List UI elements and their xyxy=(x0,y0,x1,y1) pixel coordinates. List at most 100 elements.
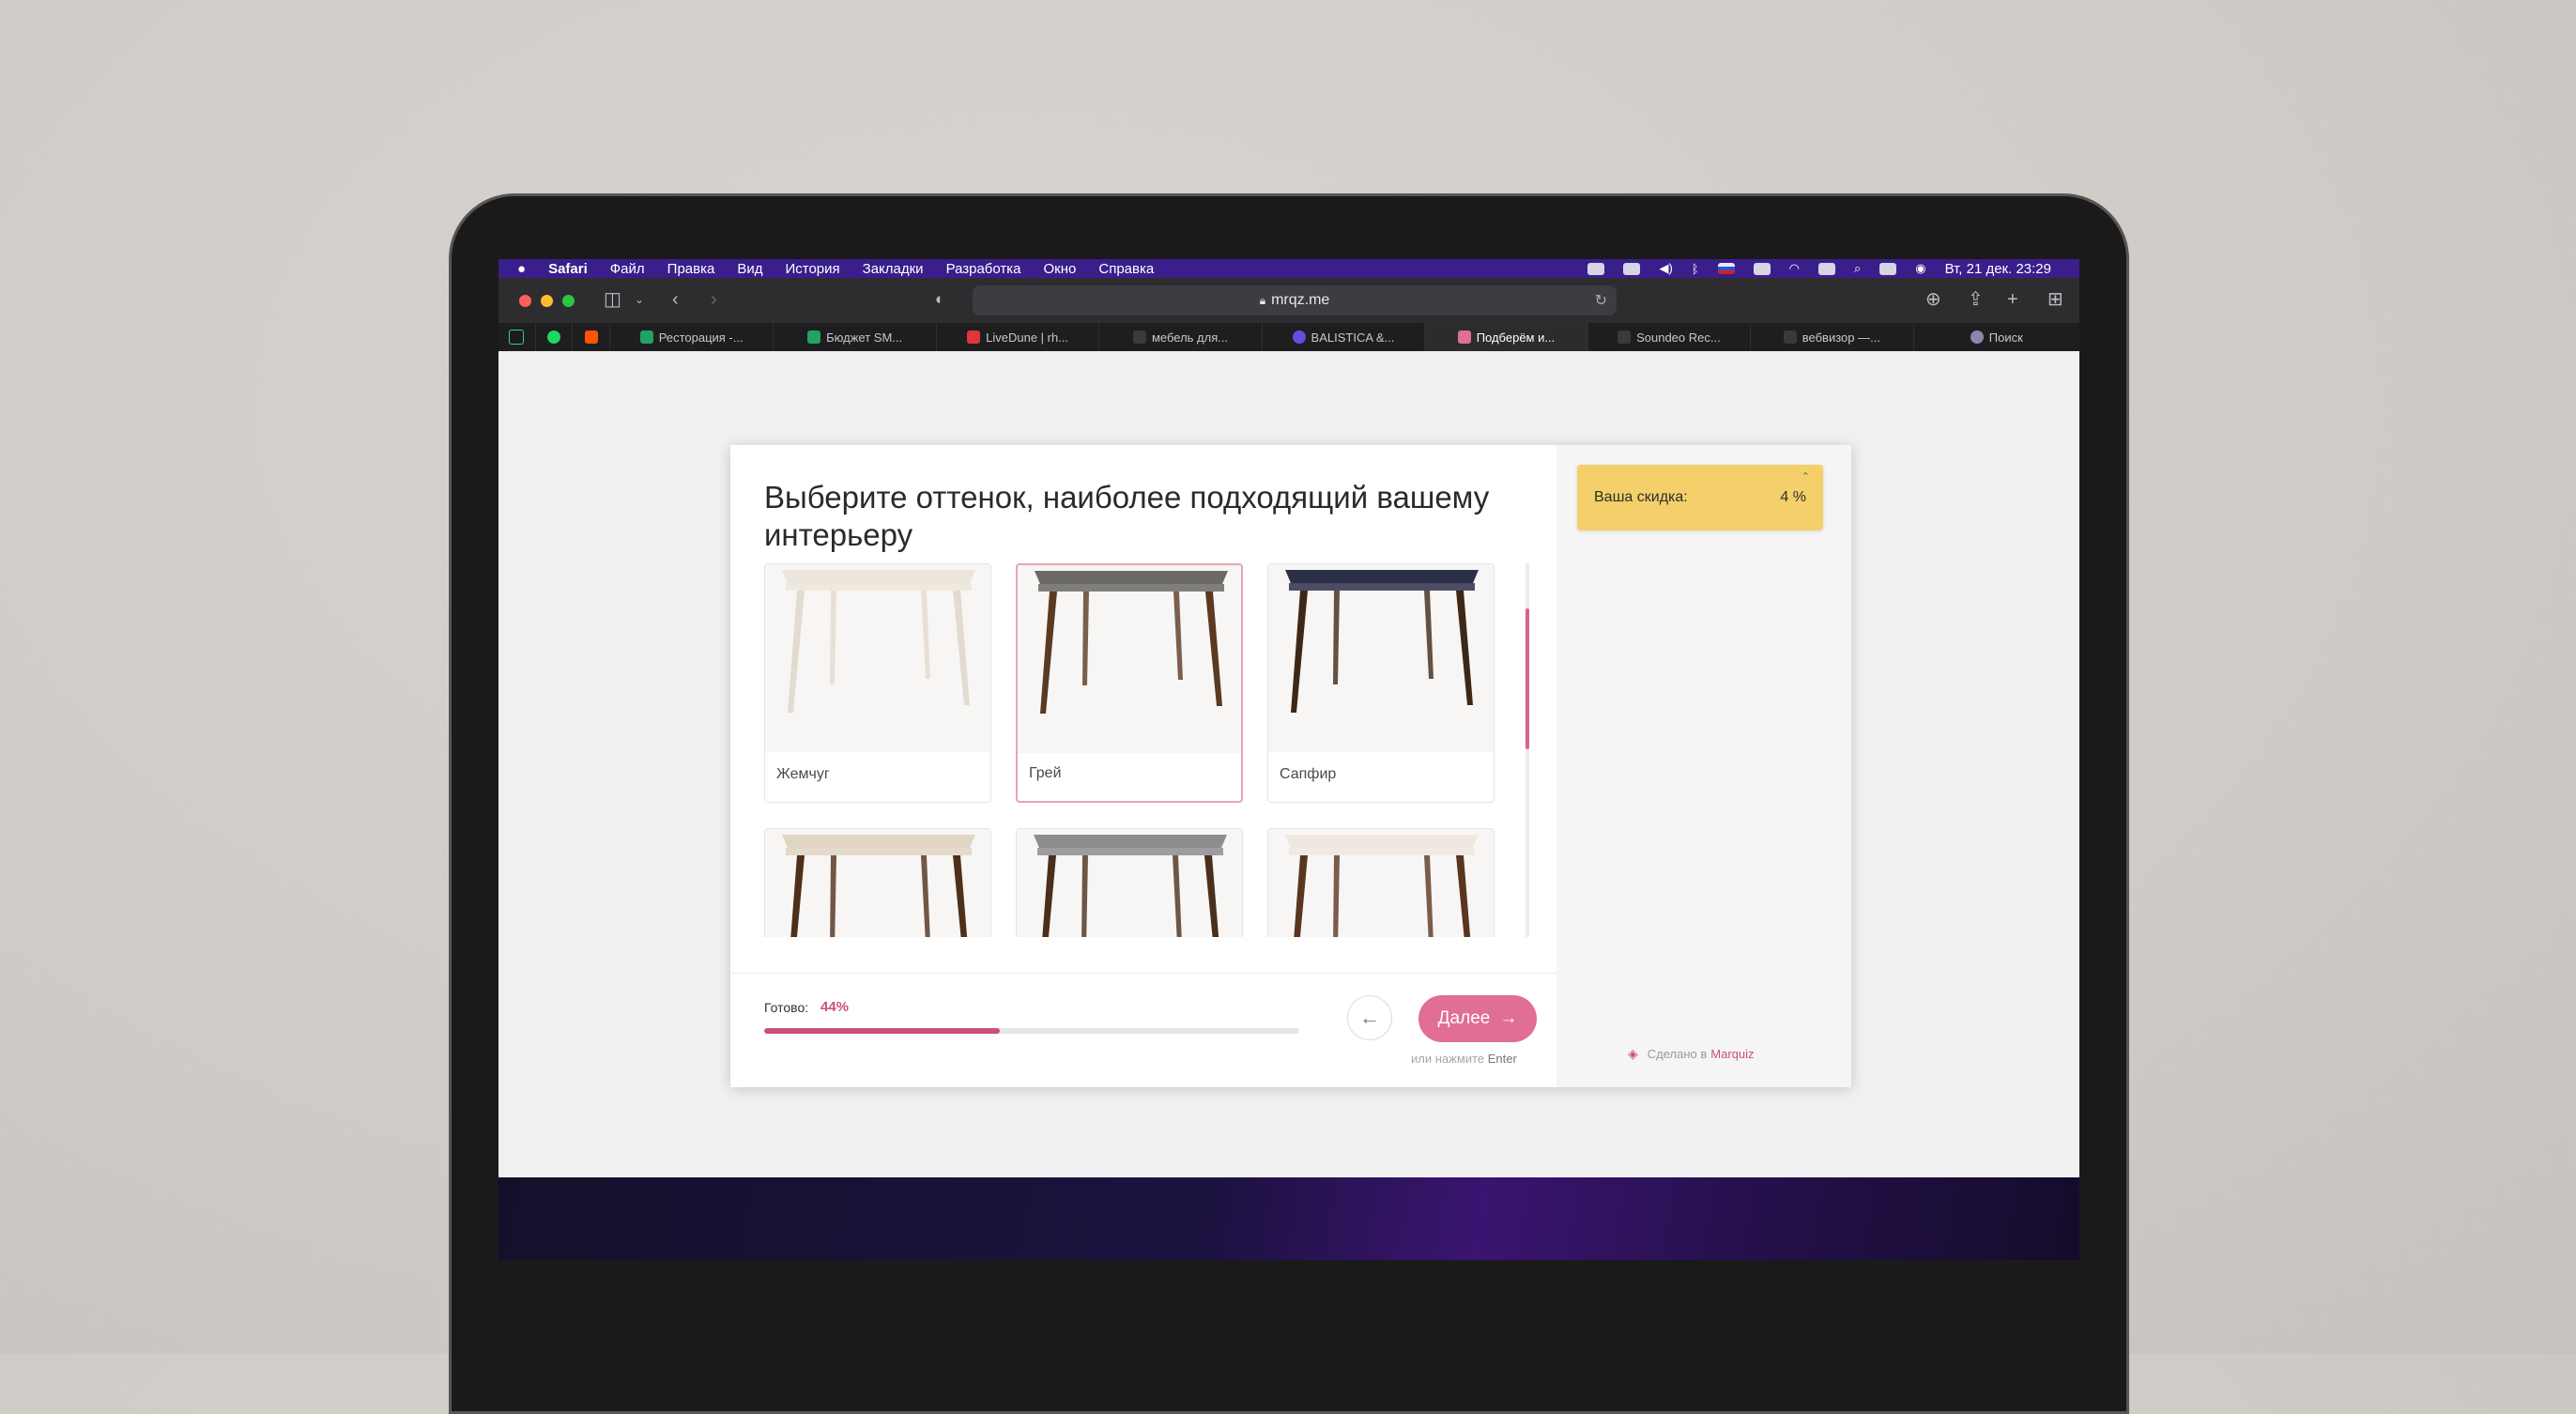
arrow-left-icon: ← xyxy=(1359,1006,1380,1029)
tab-3[interactable]: мебель для... xyxy=(1099,323,1263,351)
laptop-screen: ● Safari Файл Правка Вид История Закладк… xyxy=(498,259,2079,1260)
wifi-icon[interactable]: ◠ xyxy=(1789,261,1800,276)
hint-prefix: или нажмите xyxy=(1411,1052,1485,1066)
forward-nav-icon[interactable]: › xyxy=(711,289,717,310)
balistica-icon xyxy=(1292,330,1306,344)
discount-label: Ваша скидка: xyxy=(1594,489,1688,505)
share-icon[interactable]: ⇪ xyxy=(1968,289,1984,310)
made-by-prefix: Сделано в xyxy=(1647,1047,1708,1061)
tab-label: вебвизор —... xyxy=(1802,330,1880,345)
privacy-shield-icon[interactable]: ◐ xyxy=(935,289,944,310)
window-controls xyxy=(519,294,575,307)
sheets-icon xyxy=(639,330,653,344)
tab-1[interactable]: Бюджет SM... xyxy=(774,323,937,351)
close-window-icon[interactable] xyxy=(519,294,531,307)
control-center-icon[interactable] xyxy=(1879,262,1897,275)
tab-2[interactable]: LiveDune | rh... xyxy=(937,323,1100,351)
tab-0[interactable]: Ресторация -... xyxy=(610,323,774,351)
color-option-card[interactable] xyxy=(1267,828,1495,937)
tab-label: LiveDune | rh... xyxy=(986,330,1069,345)
menu-file[interactable]: Файл xyxy=(610,261,645,277)
tab-4[interactable]: BALISTICA &... xyxy=(1263,323,1426,351)
progress-label: Готово: xyxy=(764,1000,809,1015)
spotlight-icon[interactable]: ⌕ xyxy=(1854,261,1861,276)
desktop-wallpaper-strip xyxy=(498,1177,2079,1260)
menu-help[interactable]: Справка xyxy=(1098,261,1154,277)
made-with-marquiz[interactable]: ◈ Сделано в Marquiz xyxy=(1628,1046,1755,1062)
arrow-right-icon: → xyxy=(1499,1008,1518,1028)
sidebar-toggle-icon[interactable]: ◫ xyxy=(604,289,621,310)
tab-label: Поиск xyxy=(1988,330,2023,345)
pinned-app-icon xyxy=(509,330,525,345)
downloads-icon[interactable]: ⊕ xyxy=(1925,289,1941,310)
soundcloud-icon xyxy=(584,330,598,344)
tab-label: Soundeo Rec... xyxy=(1636,330,1721,345)
status-app-icon[interactable] xyxy=(1587,262,1605,275)
volume-icon[interactable]: ◀) xyxy=(1659,261,1672,276)
table-photo xyxy=(1018,565,1241,753)
display-icon[interactable] xyxy=(1817,262,1835,275)
next-button-label: Далее xyxy=(1437,1008,1491,1028)
quiz-sidebar: ⌃ Ваша скидка: 4 % ◈ Сделано в Marquiz xyxy=(1556,445,1851,1087)
notification-icon[interactable] xyxy=(1623,262,1641,275)
question-title: Выберите оттенок, наиболее подходящий ва… xyxy=(764,480,1490,552)
menu-history[interactable]: История xyxy=(785,261,839,277)
macos-menubar: ● Safari Файл Правка Вид История Закладк… xyxy=(498,259,2079,278)
tab-7[interactable]: вебвизор —... xyxy=(1751,323,1914,351)
menu-develop[interactable]: Разработка xyxy=(946,261,1021,277)
progress-bar-fill xyxy=(764,1028,1000,1034)
table-photo xyxy=(1268,829,1494,937)
pinned-tab-soundcloud[interactable] xyxy=(573,323,610,351)
menu-view[interactable]: Вид xyxy=(737,261,762,277)
keyboard-layout-flag-icon[interactable] xyxy=(1717,263,1735,274)
marquiz-logo-icon: ◈ xyxy=(1628,1046,1638,1061)
web-page: Выберите оттенок, наиболее подходящий ва… xyxy=(498,351,2079,1177)
tab-8[interactable]: Поиск xyxy=(1914,323,2079,351)
table-photo xyxy=(765,829,990,937)
apple-menu-icon[interactable]: ● xyxy=(517,261,526,277)
color-option-card[interactable] xyxy=(764,828,991,937)
menu-safari[interactable]: Safari xyxy=(548,261,588,277)
reload-icon[interactable]: ↻ xyxy=(1595,291,1607,310)
page-icon xyxy=(1618,330,1632,344)
menubar-clock[interactable]: Вт, 21 дек. 23:29 xyxy=(1945,261,2051,277)
bluetooth-icon[interactable]: ᛒ xyxy=(1692,262,1699,276)
color-option-card[interactable]: Сапфир xyxy=(1267,563,1495,803)
color-options-grid: Жемчуг Грей Сапфир xyxy=(764,563,1530,937)
back-nav-icon[interactable]: ‹ xyxy=(672,289,679,310)
pinned-tab-1[interactable] xyxy=(498,323,536,351)
chevron-down-icon[interactable]: ⌄ xyxy=(635,289,644,310)
back-button[interactable]: ← xyxy=(1347,995,1392,1040)
color-option-label: Сапфир xyxy=(1280,766,1337,782)
tab-label: мебель для... xyxy=(1151,330,1229,345)
menu-bookmarks[interactable]: Закладки xyxy=(863,261,924,277)
table-photo xyxy=(765,564,990,752)
marquiz-icon xyxy=(1457,330,1471,344)
lock-icon: 🔒︎ xyxy=(1259,293,1266,307)
new-tab-icon[interactable]: + xyxy=(2007,289,2018,310)
menu-edit[interactable]: Правка xyxy=(667,261,715,277)
tab-6[interactable]: Soundeo Rec... xyxy=(1588,323,1752,351)
minimize-window-icon[interactable] xyxy=(541,294,553,307)
battery-icon[interactable] xyxy=(1753,262,1771,275)
collapse-chevron-icon[interactable]: ⌃ xyxy=(1802,470,1810,483)
progress-value: 44% xyxy=(820,999,850,1015)
address-bar[interactable]: 🔒︎ mrqz.me ↻ xyxy=(973,285,1617,315)
quiz-card: Выберите оттенок, наиболее подходящий ва… xyxy=(730,445,1851,1087)
discount-value: 4 % xyxy=(1780,489,1806,505)
tab-5-active[interactable]: Подберём и... xyxy=(1425,323,1588,351)
tab-overview-icon[interactable]: ⊞ xyxy=(2047,289,2063,310)
menu-window[interactable]: Окно xyxy=(1044,261,1077,277)
color-option-card[interactable]: Жемчуг xyxy=(764,563,991,803)
color-option-card[interactable] xyxy=(1016,828,1243,937)
tab-bar: Ресторация -... Бюджет SM... LiveDune | … xyxy=(498,323,2079,351)
siri-icon[interactable]: ◉ xyxy=(1915,261,1925,276)
pinned-tab-spotify[interactable] xyxy=(536,323,574,351)
next-button[interactable]: Далее → xyxy=(1418,995,1537,1042)
sheets-icon xyxy=(807,330,821,344)
zoom-window-icon[interactable] xyxy=(562,294,575,307)
color-option-card[interactable]: Грей xyxy=(1016,563,1243,803)
progress-bar xyxy=(764,1028,1299,1034)
color-option-label: Жемчуг xyxy=(776,766,830,782)
options-scroll-thumb[interactable] xyxy=(1526,608,1529,749)
